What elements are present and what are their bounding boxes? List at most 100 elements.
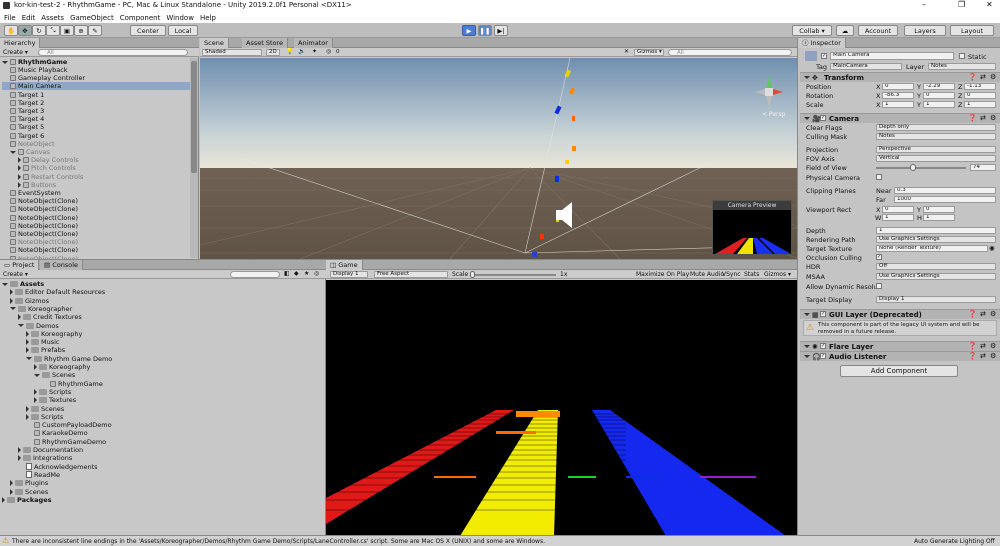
fold-closed-icon[interactable] xyxy=(26,405,29,412)
camera-header[interactable]: 🎥 ✓ Camera ❓ ⇄ ⚙ xyxy=(800,113,1000,123)
hierarchy-item[interactable]: EventSystem xyxy=(2,189,198,197)
scene-tools-icon[interactable]: ✕ xyxy=(624,48,629,55)
pause-button[interactable]: ❚❚ xyxy=(478,25,492,36)
fold-closed-icon[interactable] xyxy=(10,289,13,296)
fold-closed-icon[interactable] xyxy=(18,455,21,462)
settings-icon[interactable]: ⇄ xyxy=(980,114,986,122)
hierarchy-item[interactable]: NoteObject(Clone) xyxy=(2,238,198,246)
fov-slider-track[interactable] xyxy=(876,167,966,169)
filter-label-icon[interactable]: ◆ xyxy=(294,270,299,277)
display-dropdown[interactable]: Display 1 xyxy=(330,271,368,278)
project-item[interactable]: Scripts xyxy=(2,413,63,421)
position-x-field[interactable]: 0 xyxy=(882,83,914,90)
position-z-field[interactable]: -1.13 xyxy=(964,83,996,90)
fold-closed-icon[interactable] xyxy=(34,364,37,370)
add-component-button[interactable]: Add Component xyxy=(840,365,958,377)
active-checkbox[interactable]: ✓ xyxy=(821,53,827,59)
move-tool-button[interactable]: ✥ xyxy=(18,25,32,36)
game-gizmos-dropdown[interactable]: Gizmos ▾ xyxy=(764,271,791,278)
tab-animator[interactable]: Animator xyxy=(294,38,333,48)
layer-dropdown[interactable]: Notes xyxy=(928,63,996,70)
hierarchy-item[interactable]: NoteObject(Clone) xyxy=(2,246,198,254)
scale-x-field[interactable]: 1 xyxy=(882,101,914,108)
projection-dropdown[interactable]: Perspective xyxy=(876,146,996,153)
help-icon[interactable]: ❓ xyxy=(968,73,977,81)
minimize-button[interactable]: – xyxy=(922,0,926,9)
hand-tool-button[interactable]: ✋ xyxy=(4,25,18,36)
custom-tool-button[interactable]: ✎ xyxy=(88,25,102,36)
scene-viewport[interactable]: < Persp Camera Preview xyxy=(200,58,797,259)
fold-closed-icon[interactable] xyxy=(10,488,13,495)
hierarchy-item[interactable]: NoteObject(Clone) xyxy=(2,197,198,205)
object-name-field[interactable]: Main Camera xyxy=(830,52,954,60)
fold-closed-icon[interactable] xyxy=(26,339,29,346)
menu-edit[interactable]: Edit xyxy=(22,14,36,22)
mute-audio-toggle[interactable]: Mute Audio xyxy=(690,271,724,278)
fold-closed-icon[interactable] xyxy=(10,297,13,304)
effects-icon[interactable]: ✦ xyxy=(312,48,317,55)
project-item[interactable]: Demos xyxy=(2,322,59,330)
fold-open-icon[interactable] xyxy=(10,150,16,154)
transform-header[interactable]: ✥ Transform ❓ ⇄ ⚙ xyxy=(800,72,1000,82)
fov-field[interactable]: 74 xyxy=(970,164,996,171)
settings-icon[interactable]: ⇄ xyxy=(980,352,986,360)
tab-hierarchy[interactable]: Hierarchy xyxy=(0,38,41,48)
fold-closed-icon[interactable] xyxy=(26,413,29,420)
help-icon[interactable]: ❓ xyxy=(968,114,977,122)
hierarchy-item[interactable]: Restart Controls xyxy=(2,173,206,181)
rendering-path-dropdown[interactable]: Use Graphics Settings xyxy=(876,236,996,243)
project-item[interactable]: Acknowledgements xyxy=(2,463,98,471)
maximize-button[interactable]: ❐ xyxy=(958,0,965,9)
hierarchy-create-button[interactable]: Create ▾ xyxy=(3,49,28,56)
rotate-tool-button[interactable]: ↻ xyxy=(32,25,46,36)
fold-closed-icon[interactable] xyxy=(18,157,21,164)
step-button[interactable]: ▶| xyxy=(494,25,508,36)
clear-flags-dropdown[interactable]: Depth only xyxy=(876,124,996,131)
culling-mask-dropdown[interactable]: Notes xyxy=(876,133,996,140)
project-item[interactable]: Scripts xyxy=(2,388,71,396)
near-field[interactable]: 0.3 xyxy=(894,187,996,194)
hierarchy-item[interactable]: NoteObject(Clone) xyxy=(2,205,198,213)
hierarchy-item[interactable]: Target 6 xyxy=(2,132,198,140)
help-icon[interactable]: ❓ xyxy=(968,342,977,350)
hierarchy-search-input[interactable]: All xyxy=(38,49,188,56)
project-item[interactable]: Scenes xyxy=(2,488,48,496)
game-viewport[interactable] xyxy=(326,280,797,536)
project-item[interactable]: Koreography xyxy=(2,330,82,338)
filter-type-icon[interactable]: ◧ xyxy=(284,270,290,277)
fold-open-icon[interactable] xyxy=(10,307,16,311)
msaa-dropdown[interactable]: Use Graphics Settings xyxy=(876,273,996,280)
layout-button[interactable]: Layout xyxy=(950,25,994,36)
scene-search-input[interactable]: All xyxy=(668,49,792,56)
project-item[interactable]: Music xyxy=(2,338,60,346)
stats-toggle[interactable]: Stats xyxy=(744,271,759,278)
hierarchy-item[interactable]: NoteObject(Clone) xyxy=(2,214,198,222)
target-texture-field[interactable]: None (Render Texture) xyxy=(876,245,988,252)
project-item[interactable]: Prefabs xyxy=(2,346,65,354)
gear-icon[interactable]: ⚙ xyxy=(990,114,996,122)
cloud-button[interactable]: ☁ xyxy=(836,25,854,36)
fold-closed-icon[interactable] xyxy=(26,330,29,337)
rotation-y-field[interactable]: 0 xyxy=(923,92,955,99)
hidden-packages-icon[interactable]: ◎ xyxy=(314,270,319,277)
fold-closed-icon[interactable] xyxy=(34,388,37,395)
hierarchy-item[interactable]: NoteObject(Clone) xyxy=(2,222,198,230)
help-icon[interactable]: ❓ xyxy=(968,352,977,360)
fold-closed-icon[interactable] xyxy=(18,181,21,188)
fold-closed-icon[interactable] xyxy=(34,397,37,404)
hierarchy-item[interactable]: Main Camera xyxy=(2,82,198,91)
project-item[interactable]: RhythmGame xyxy=(2,380,103,388)
fold-closed-icon[interactable] xyxy=(10,480,13,487)
project-item[interactable]: Integrations xyxy=(2,454,72,462)
target-display-dropdown[interactable]: Display 1 xyxy=(876,296,996,303)
tab-inspector[interactable]: ⓘ Inspector xyxy=(798,38,846,48)
gui-layer-header[interactable]: ▦ ✓ GUI Layer (Deprecated) ❓ ⇄ ⚙ xyxy=(800,309,1000,319)
hierarchy-scroll-thumb[interactable] xyxy=(191,61,197,173)
project-item[interactable]: Rhythm Game Demo xyxy=(2,355,112,363)
settings-icon[interactable]: ⇄ xyxy=(980,342,986,350)
physical-camera-checkbox[interactable] xyxy=(876,174,882,180)
hierarchy-item[interactable]: NoteObject xyxy=(2,140,198,148)
occlusion-culling-checkbox[interactable]: ✓ xyxy=(876,254,882,260)
menu-help[interactable]: Help xyxy=(200,14,216,22)
viewport-w-field[interactable]: 1 xyxy=(882,214,914,221)
